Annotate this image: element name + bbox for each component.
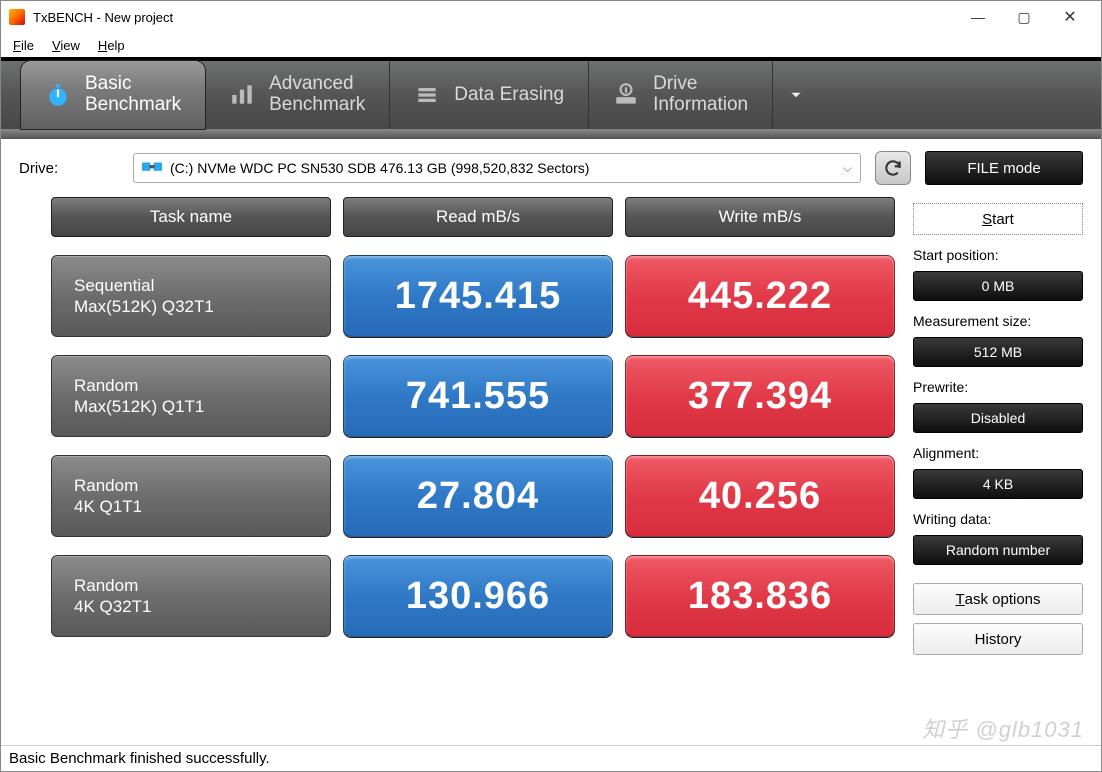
refresh-button[interactable] [875,151,911,185]
task-name-cell[interactable]: Random 4K Q1T1 [51,455,331,537]
task-name-cell[interactable]: Random Max(512K) Q1T1 [51,355,331,437]
drive-icon [142,160,162,176]
drive-select[interactable]: (C:) NVMe WDC PC SN530 SDB 476.13 GB (99… [133,153,861,183]
tab-data-erasing[interactable]: Data Erasing [390,61,589,129]
stopwatch-icon [45,82,71,108]
task-name-line2: Max(512K) Q1T1 [74,396,308,417]
task-name-line1: Random [74,575,308,596]
file-mode-button[interactable]: FILE mode [925,151,1083,185]
tab-label: Basic Benchmark [85,74,181,116]
status-bar: Basic Benchmark finished successfully. [1,745,1101,771]
titlebar: TxBENCH - New project — ▢ ✕ [1,1,1101,33]
start-button[interactable]: SStarttart [913,203,1083,235]
task-name-line2: Max(512K) Q32T1 [74,296,308,317]
writing-data-value[interactable]: Random number [913,535,1083,565]
prewrite-label: Prewrite: [913,379,1083,395]
task-name-cell[interactable]: Sequential Max(512K) Q32T1 [51,255,331,337]
maximize-button[interactable]: ▢ [1001,1,1047,33]
minimize-button[interactable]: — [955,1,1001,33]
side-panel: SStarttart Start position: 0 MB Measurem… [913,197,1083,739]
read-value[interactable]: 741.555 [343,355,613,437]
write-value[interactable]: 183.836 [625,555,895,637]
tab-basic-benchmark[interactable]: Basic Benchmark [21,61,205,129]
menu-view[interactable]: View [52,38,80,53]
drive-info-icon [613,82,639,108]
history-button[interactable]: History [913,623,1083,655]
bars-icon [229,82,255,108]
task-name-line2: 4K Q32T1 [74,596,308,617]
menubar: File View Help [1,33,1101,57]
app-icon [9,9,25,25]
chevron-down-icon: ⌵ [843,161,852,176]
alignment-label: Alignment: [913,445,1083,461]
task-name-line2: 4K Q1T1 [74,496,308,517]
tab-drive-information[interactable]: Drive Information [589,61,773,129]
menu-file[interactable]: File [13,38,34,53]
drive-selected-text: (C:) NVMe WDC PC SN530 SDB 476.13 GB (99… [170,160,843,176]
task-name-cell[interactable]: Random 4K Q32T1 [51,555,331,637]
table-row: Random 4K Q32T1 130.966 183.836 [51,555,895,637]
tab-label: Advanced Benchmark [269,74,365,116]
start-position-label: Start position: [913,247,1083,263]
tab-advanced-benchmark[interactable]: Advanced Benchmark [205,61,390,129]
close-button[interactable]: ✕ [1047,1,1093,33]
writing-data-label: Writing data: [913,511,1083,527]
alignment-value[interactable]: 4 KB [913,469,1083,499]
read-value[interactable]: 130.966 [343,555,613,637]
menu-help[interactable]: Help [98,38,125,53]
write-value[interactable]: 40.256 [625,455,895,537]
header-task: Task name [51,197,331,237]
read-value[interactable]: 27.804 [343,455,613,537]
header-read: Read mB/s [343,197,613,237]
measurement-size-label: Measurement size: [913,313,1083,329]
task-options-button[interactable]: Task options [913,583,1083,615]
header-write: Write mB/s [625,197,895,237]
drive-label: Drive: [19,160,119,177]
start-position-value[interactable]: 0 MB [913,271,1083,301]
task-name-line1: Random [74,475,308,496]
table-row: Random Max(512K) Q1T1 741.555 377.394 [51,355,895,437]
task-name-line1: Sequential [74,275,308,296]
tab-label: Data Erasing [454,85,564,106]
tabstrip: Basic Benchmark Advanced Benchmark Data … [1,57,1101,139]
window-title: TxBENCH - New project [33,10,955,25]
table-row: Random 4K Q1T1 27.804 40.256 [51,455,895,537]
results-table: Task name Read mB/s Write mB/s Sequentia… [19,197,895,739]
write-value[interactable]: 377.394 [625,355,895,437]
erase-icon [414,82,440,108]
tab-overflow-button[interactable] [773,61,819,129]
read-value[interactable]: 1745.415 [343,255,613,337]
prewrite-value[interactable]: Disabled [913,403,1083,433]
table-row: Sequential Max(512K) Q32T1 1745.415 445.… [51,255,895,337]
measurement-size-value[interactable]: 512 MB [913,337,1083,367]
tab-label: Drive Information [653,74,748,116]
write-value[interactable]: 445.222 [625,255,895,337]
drive-row: Drive: (C:) NVMe WDC PC SN530 SDB 476.13… [1,139,1101,197]
chevron-down-icon [787,86,805,104]
refresh-icon [883,158,903,178]
task-name-line1: Random [74,375,308,396]
